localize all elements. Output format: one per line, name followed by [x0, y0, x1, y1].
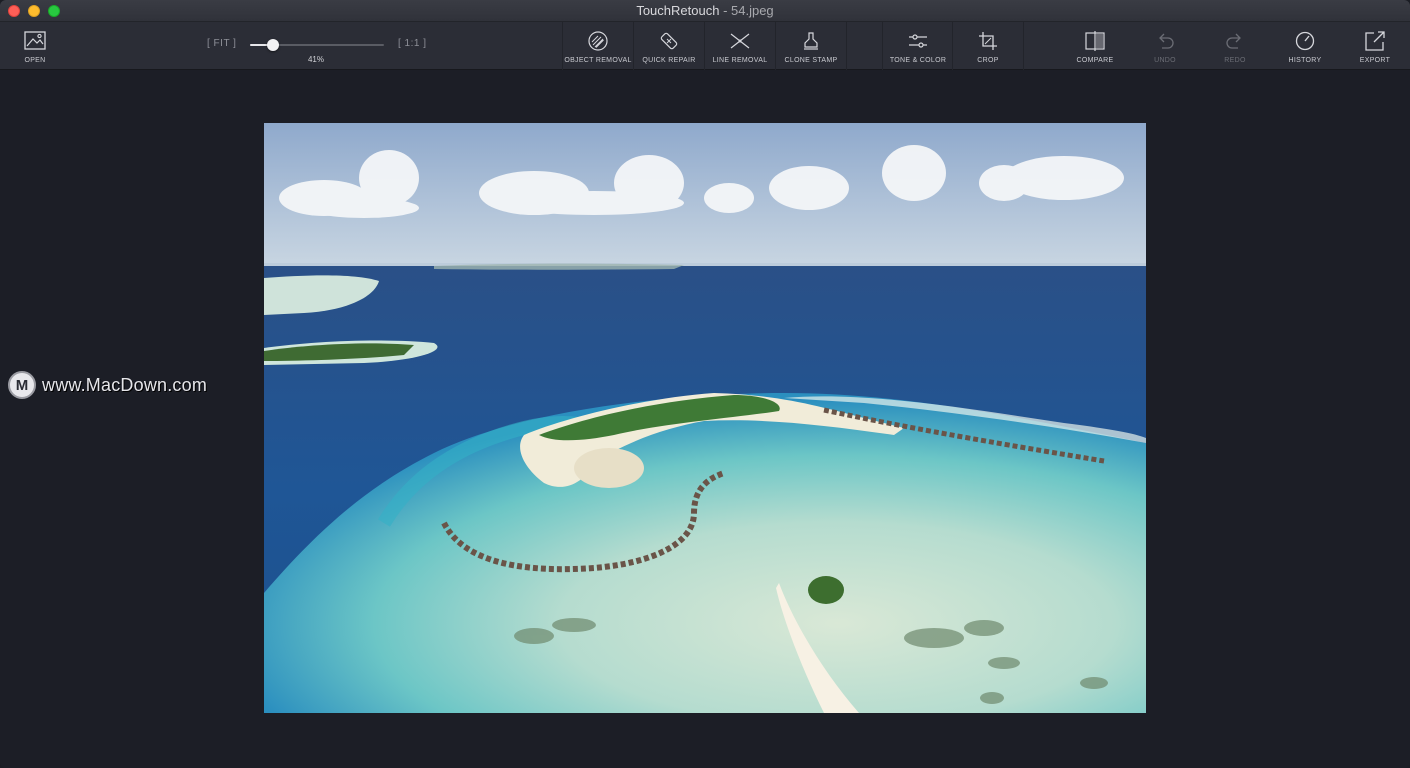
aerial-island-photo [264, 123, 1146, 713]
compare-icon [1085, 31, 1105, 51]
watermark-logo: M [8, 371, 36, 399]
image-canvas[interactable]: M www.MacDown.com [0, 71, 1410, 768]
history-icon [1295, 31, 1315, 51]
redo-icon [1226, 33, 1241, 49]
undo-label: UNDO [1154, 57, 1176, 64]
quick-repair-button[interactable]: QUICK REPAIR [634, 22, 704, 70]
sliders-icon [909, 34, 927, 48]
watermark: M www.MacDown.com [8, 371, 207, 399]
undo-button[interactable]: UNDO [1135, 22, 1195, 70]
file-name: 54.jpeg [731, 3, 774, 18]
image-icon [24, 31, 46, 50]
window-title: TouchRetouch - 54.jpeg [0, 0, 1410, 22]
title-separator: - [719, 3, 732, 18]
toolbar-divider [846, 22, 847, 70]
photo[interactable] [264, 123, 1146, 713]
watermark-text: www.MacDown.com [42, 374, 208, 395]
export-button[interactable]: EXPORT [1345, 22, 1405, 70]
bandage-icon [660, 32, 678, 50]
app-name: TouchRetouch [636, 3, 720, 18]
zoom-1to1-button[interactable]: [ 1:1 ] [398, 38, 427, 49]
redo-label: REDO [1224, 57, 1246, 64]
clone-stamp-button[interactable]: CLONE STAMP [776, 22, 846, 70]
open-label: OPEN [24, 57, 46, 64]
tone-color-label: TONE & COLOR [889, 57, 947, 64]
redo-button[interactable]: REDO [1205, 22, 1265, 70]
clone-stamp-label: CLONE STAMP [784, 57, 838, 64]
history-button[interactable]: HISTORY [1275, 22, 1335, 70]
tone-color-button[interactable]: TONE & COLOR [883, 22, 953, 70]
open-button[interactable]: OPEN [15, 22, 55, 70]
zoom-fit-button[interactable]: [ FIT ] [207, 38, 236, 49]
quick-repair-label: QUICK REPAIR [642, 57, 696, 64]
export-icon [1365, 31, 1385, 51]
compare-button[interactable]: COMPARE [1065, 22, 1125, 70]
app-window: TouchRetouch - 54.jpeg OPEN [ FIT ] [ 1:… [0, 0, 1410, 768]
crop-label: CROP [977, 57, 999, 64]
line-removal-label: LINE REMOVAL [712, 57, 768, 64]
object-removal-icon [588, 31, 608, 51]
compare-label: COMPARE [1076, 57, 1114, 64]
zoom-slider[interactable] [250, 39, 384, 51]
object-removal-button[interactable]: OBJECT REMOVAL [563, 22, 633, 70]
title-bar: TouchRetouch - 54.jpeg [0, 0, 1410, 22]
zoom-percent: 41% [307, 55, 324, 64]
undo-icon [1159, 33, 1174, 49]
zoom-slider-knob[interactable] [266, 39, 279, 51]
crop-button[interactable]: CROP [953, 22, 1023, 70]
toolbar-divider [1023, 22, 1024, 70]
object-removal-label: OBJECT REMOVAL [564, 57, 632, 64]
crop-icon [979, 32, 997, 50]
export-label: EXPORT [1359, 57, 1391, 64]
clone-stamp-icon [804, 32, 818, 50]
toolbar: OPEN [ FIT ] [ 1:1 ] 41% OBJECT REMOVAL … [0, 22, 1410, 70]
line-removal-icon [730, 33, 750, 49]
history-label: HISTORY [1288, 57, 1322, 64]
line-removal-button[interactable]: LINE REMOVAL [705, 22, 775, 70]
